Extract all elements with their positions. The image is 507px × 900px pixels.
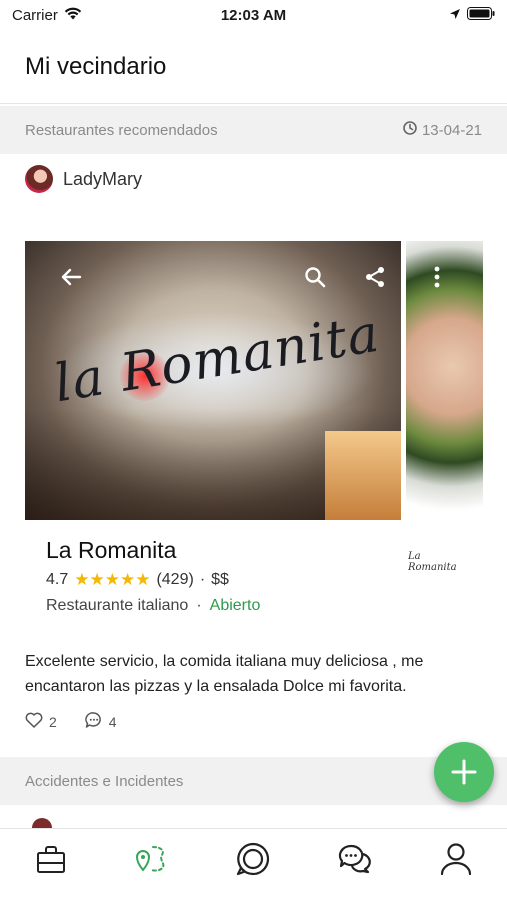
plus-icon[interactable] [450, 751, 478, 793]
section-label: Accidentes e Incidentes [25, 772, 184, 790]
photo-window [325, 431, 401, 520]
photo-carousel[interactable]: la Romanita [25, 241, 483, 520]
arrow-left-icon[interactable] [55, 261, 87, 293]
separator-dot: · [199, 571, 206, 588]
share-icon[interactable] [359, 261, 391, 293]
tab-messages[interactable] [335, 842, 375, 882]
section-header-accidents: Accidentes e Incidentes 13 [0, 757, 507, 805]
tab-chat-bubble[interactable] [233, 842, 273, 882]
section-label: Restaurantes recomendados [25, 121, 218, 139]
like-button[interactable]: 2 [25, 712, 57, 731]
page-title: Mi vecindario [25, 52, 167, 80]
bottom-tab-bar [0, 828, 507, 900]
battery-icon [467, 6, 495, 24]
section-header-restaurants: Restaurantes recomendados 13-04-21 [0, 106, 507, 154]
location-arrow-icon [449, 7, 461, 24]
restaurant-logo: La Romanita [408, 540, 468, 584]
separator-dot: · [196, 597, 202, 614]
shopping-bag-icon[interactable] [35, 843, 67, 880]
map-pin-route-icon[interactable] [134, 843, 170, 880]
status-right [449, 6, 495, 24]
avatar[interactable] [25, 165, 53, 193]
comment-icon[interactable] [85, 711, 103, 732]
review-text: Excelente servicio, la comida italiana m… [25, 653, 424, 695]
heart-icon[interactable] [25, 712, 43, 731]
author-name[interactable]: LadyMary [63, 169, 142, 190]
tab-neighborhood[interactable] [132, 842, 172, 882]
status-left: Carrier [12, 7, 82, 24]
carrier-label: Carrier [12, 6, 58, 24]
rating-stars: ★★★★★ [74, 570, 151, 589]
section-date: 13-04-21 [403, 121, 482, 139]
next-post-avatar [32, 818, 52, 828]
section-date-text: 13-04-21 [421, 121, 482, 139]
app-header: Mi vecindario [0, 30, 507, 104]
comment-button[interactable]: 4 [85, 711, 117, 732]
search-icon[interactable] [299, 261, 331, 293]
chat-bubble-icon[interactable] [236, 842, 270, 881]
reactions-row: 2 4 [25, 711, 117, 732]
category-row: Restaurante italiano · Abierto [46, 597, 260, 615]
messages-icon[interactable] [338, 843, 372, 880]
rating-row: 4.7 ★★★★★ (429) · $$ [46, 570, 229, 590]
tab-profile[interactable] [436, 842, 476, 882]
open-status: Abierto [209, 597, 261, 614]
place-category: Restaurante italiano [46, 597, 189, 614]
add-post-button[interactable] [434, 742, 494, 802]
like-count: 2 [49, 713, 57, 730]
more-vertical-icon[interactable] [421, 261, 453, 293]
clock-icon [403, 121, 417, 139]
tab-shopping[interactable] [31, 842, 71, 882]
restaurant-logo-text: La Romanita [408, 551, 457, 573]
status-bar: Carrier 12:03 AM [0, 0, 507, 30]
wifi-icon [64, 7, 82, 24]
comment-count: 4 [108, 713, 117, 730]
user-icon[interactable] [440, 842, 472, 881]
review-count: (429) [156, 571, 194, 588]
post-author[interactable]: LadyMary [25, 165, 142, 193]
rating-value: 4.7 [46, 571, 69, 588]
place-name[interactable]: La Romanita [46, 537, 176, 564]
price-level: $$ [211, 571, 229, 588]
